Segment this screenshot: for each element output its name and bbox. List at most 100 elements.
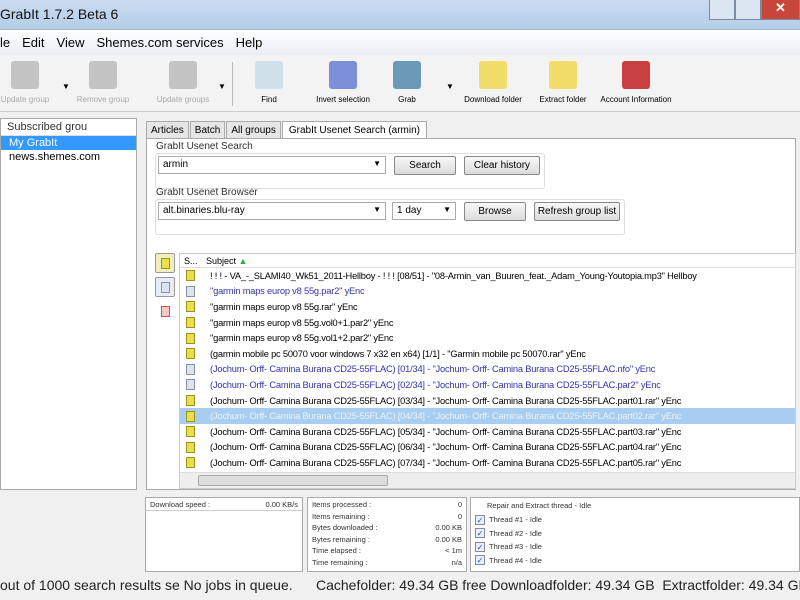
table-row[interactable]: (garmin mobile pc 50070 voor windows 7 x…: [180, 346, 795, 362]
update-group-icon: [11, 61, 39, 89]
file-gray-icon: [186, 363, 195, 375]
stat-row: Time elapsed : < 1m: [308, 546, 466, 558]
account-information-icon: [622, 61, 650, 89]
newsgroup-select[interactable]: alt.binaries.blu-ray ▼: [158, 202, 386, 220]
close-button[interactable]: ✕: [761, 0, 800, 20]
file-yellow-icon: [186, 457, 195, 469]
menu-bar: le Edit View Shemes.com services Help: [0, 30, 800, 55]
table-row[interactable]: ! ! ! - VA_-_SLAMI40_Wk51_2011-Hellboy -…: [180, 268, 795, 284]
stat-value: 0.00 KB: [435, 534, 462, 544]
tree-item-news-server[interactable]: news.shemes.com: [1, 150, 136, 164]
grab-dropdown-icon[interactable]: ▼: [446, 82, 454, 91]
panel-header: Subscribed grou: [1, 119, 136, 136]
find-button[interactable]: Find: [232, 61, 306, 104]
thread-row: ✓ Thread #4 - Idle: [471, 554, 799, 568]
menu-shemes-com-services[interactable]: Shemes.com services: [90, 30, 229, 50]
table-row[interactable]: (Jochum- Orff- Camina Burana CD25-55FLAC…: [180, 455, 795, 471]
toolbar-label: Invert selection: [316, 95, 370, 104]
horizontal-scrollbar[interactable]: [180, 472, 795, 488]
stat-row: Time remaining : n/a: [308, 558, 466, 570]
period-value: 1 day: [397, 205, 422, 216]
stat-label: Bytes remaining :: [312, 534, 370, 544]
menu-le[interactable]: le: [0, 30, 16, 50]
window-title: GrabIt 1.7.2 Beta 6: [0, 6, 119, 22]
table-row[interactable]: "garmin maps europ v8 55g.vol0+1.par2" y…: [180, 315, 795, 331]
row-subject: (Jochum- Orff- Camina Burana CD25-55FLAC…: [210, 379, 661, 390]
subscribed-groups-panel: Subscribed grou My GrabIt news.shemes.co…: [0, 118, 137, 490]
browse-button[interactable]: Browse: [464, 202, 526, 221]
download-folder-button[interactable]: Download folder: [456, 61, 530, 104]
table-row[interactable]: "garmin maps europ v8 55g.par2" yEnc: [180, 284, 795, 300]
column-status[interactable]: S...: [184, 256, 206, 266]
table-row[interactable]: (Jochum- Orff- Camina Burana CD25-55FLAC…: [180, 408, 795, 424]
file-yellow-icon: [186, 317, 195, 329]
main-panel: Articles Batch All groups GrabIt Usenet …: [140, 118, 800, 490]
grab-button[interactable]: Grab: [370, 61, 444, 104]
update-groups-dropdown-icon[interactable]: ▼: [218, 82, 226, 91]
row-subject: "garmin maps europ v8 55g.vol0+1.par2" y…: [210, 317, 394, 328]
row-subject: (garmin mobile pc 50070 voor windows 7 x…: [210, 348, 586, 359]
toolbar-divider: [232, 62, 233, 106]
search-results-list: S... Subject ▲ ! ! ! - VA_-_SLAMI40_Wk51_…: [179, 253, 796, 489]
toolbar-label: Find: [261, 95, 277, 104]
table-row[interactable]: (Jochum- Orff- Camina Burana CD25-55FLAC…: [180, 440, 795, 456]
stat-label: Items remaining :: [312, 511, 370, 521]
table-row[interactable]: "garmin maps europ v8 55g.rar" yEnc: [180, 299, 795, 315]
thread-checkbox[interactable]: ✓: [475, 541, 485, 552]
status-bar: out of 1000 search results se No jobs in…: [0, 572, 800, 600]
stat-row: Bytes remaining : 0.00 KB: [308, 535, 466, 547]
update-group-dropdown-icon[interactable]: ▼: [62, 82, 70, 91]
menu-edit[interactable]: Edit: [16, 30, 50, 50]
thread-checkbox[interactable]: ✓: [475, 555, 485, 566]
table-row[interactable]: "garmin maps europ v8 55g.vol1+2.par2" y…: [180, 330, 795, 346]
filter-complete-button[interactable]: [155, 253, 175, 273]
account-information-button[interactable]: Account Information: [596, 61, 676, 104]
table-row[interactable]: (Jochum- Orff- Camina Burana CD25-55FLAC…: [180, 424, 795, 440]
grab-icon: [393, 61, 421, 89]
menu-view[interactable]: View: [51, 30, 91, 50]
invert-selection-button[interactable]: Invert selection: [306, 61, 380, 104]
stat-label: Time remaining :: [312, 557, 368, 567]
toolbar-label: Download folder: [464, 95, 522, 104]
filter-par-button[interactable]: [155, 277, 175, 297]
remove-group-icon: [89, 61, 117, 89]
period-select[interactable]: 1 day ▼: [392, 202, 456, 220]
table-row[interactable]: (Jochum- Orff- Camina Burana CD25-55FLAC…: [180, 362, 795, 378]
file-gray-icon: [186, 379, 195, 391]
scrollbar-thumb[interactable]: [198, 475, 388, 486]
row-subject: (Jochum- Orff- Camina Burana CD25-55FLAC…: [210, 411, 682, 422]
status-right: Cachefolder: 49.34 GB free Downloadfolde…: [316, 577, 800, 593]
stat-label: Bytes downloaded :: [312, 523, 378, 532]
thread-checkbox[interactable]: ✓: [475, 514, 485, 525]
browser-group: GrabIt Usenet Browser alt.binaries.blu-r…: [155, 187, 625, 235]
toolbar-label: Update group: [0, 95, 50, 104]
filter-incomplete-button[interactable]: [155, 301, 175, 321]
update-groups-button[interactable]: Update groups: [146, 61, 220, 104]
menu-help[interactable]: Help: [230, 30, 269, 50]
maximize-button[interactable]: [735, 0, 761, 20]
file-yellow-icon: [186, 301, 195, 313]
row-subject: "garmin maps europ v8 55g.rar" yEnc: [210, 301, 358, 312]
sort-asc-icon: ▲: [238, 256, 248, 266]
chevron-down-icon: ▼: [373, 159, 381, 168]
column-subject[interactable]: Subject: [206, 256, 236, 266]
thread-checkbox[interactable]: ✓: [475, 528, 485, 539]
file-red-icon: [160, 305, 170, 317]
thread-label: Thread #3 - Idle: [489, 542, 542, 552]
update-group-button[interactable]: Update group: [0, 61, 62, 104]
search-input[interactable]: armin ▼: [158, 156, 386, 174]
tree-item-my-grabit[interactable]: My GrabIt: [1, 136, 136, 150]
extract-folder-button[interactable]: Extract folder: [526, 61, 600, 104]
title-bar: GrabIt 1.7.2 Beta 6 ✕: [0, 0, 800, 30]
remove-group-button[interactable]: Remove group: [66, 61, 140, 104]
minimize-button[interactable]: [709, 0, 735, 20]
table-row[interactable]: (Jochum- Orff- Camina Burana CD25-55FLAC…: [180, 393, 795, 409]
refresh-group-list-button[interactable]: Refresh group list: [534, 202, 620, 221]
extract-folder-icon: [549, 61, 577, 89]
search-button[interactable]: Search: [394, 156, 456, 175]
table-row[interactable]: (Jochum- Orff- Camina Burana CD25-55FLAC…: [180, 377, 795, 393]
clear-history-button[interactable]: Clear history: [464, 156, 540, 175]
row-subject: (Jochum- Orff- Camina Burana CD25-55FLAC…: [210, 426, 682, 437]
chevron-down-icon: ▼: [373, 205, 381, 214]
download-speed-panel: Download speed : 0.00 KB/s: [145, 497, 303, 572]
